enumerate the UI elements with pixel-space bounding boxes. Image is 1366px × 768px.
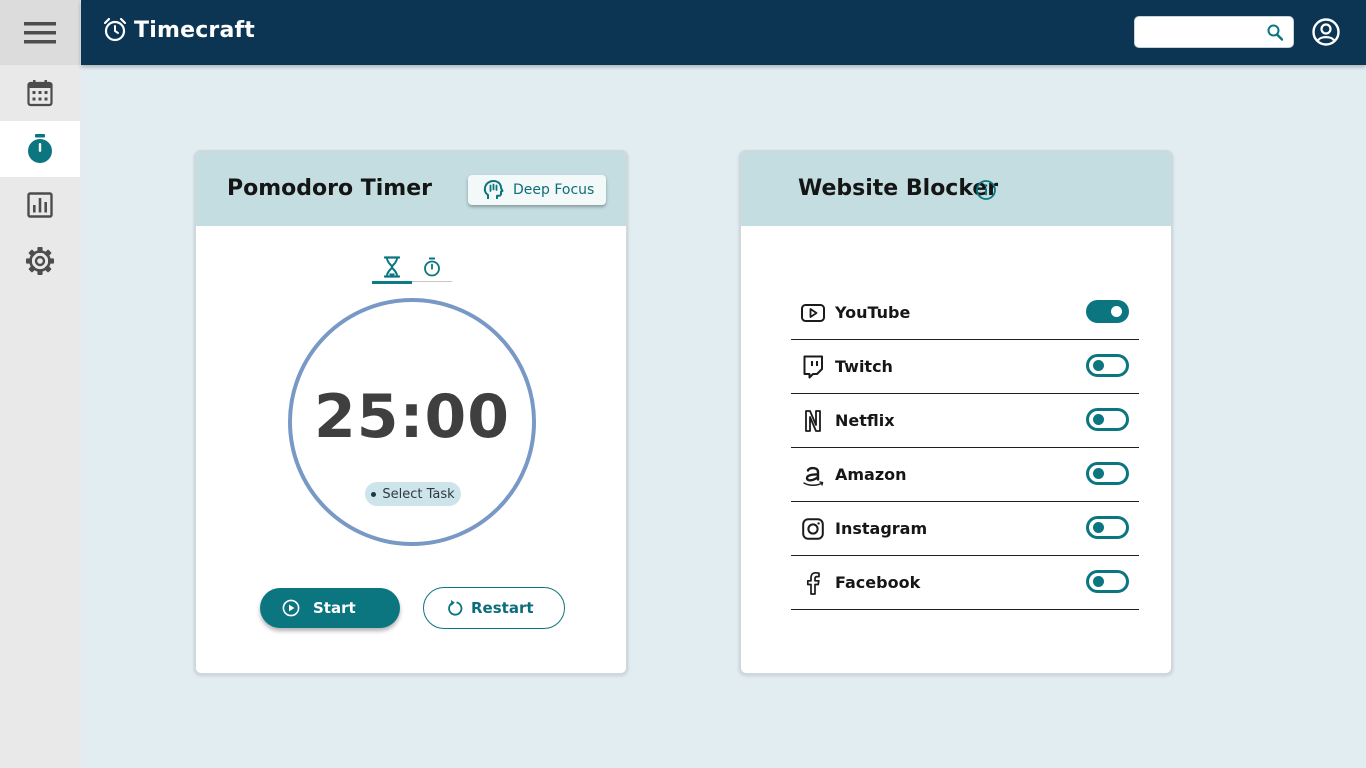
toggle-youtube[interactable] xyxy=(1086,300,1129,323)
site-row-amazon: Amazon xyxy=(791,448,1139,502)
twitch-icon xyxy=(801,355,825,379)
deep-focus-label: Deep Focus xyxy=(513,182,595,198)
pomodoro-card: Pomodoro Timer Deep Focus 25:00 Select T… xyxy=(194,150,628,675)
sidebar xyxy=(0,0,81,768)
site-row-instagram: Instagram xyxy=(791,502,1139,556)
calendar-icon xyxy=(27,80,53,107)
site-name: Facebook xyxy=(835,573,921,592)
tab-countdown[interactable] xyxy=(372,252,412,284)
timer-display: 25:00 xyxy=(314,382,510,452)
site-name: Amazon xyxy=(835,465,907,484)
hamburger-menu-icon xyxy=(24,21,56,43)
start-label: Start xyxy=(313,599,356,617)
deep-focus-button[interactable]: Deep Focus xyxy=(468,175,606,205)
amazon-icon xyxy=(801,463,825,487)
site-row-twitch: Twitch xyxy=(791,340,1139,394)
site-name: Netflix xyxy=(835,411,895,430)
site-row-netflix: Netflix xyxy=(791,394,1139,448)
pomodoro-title: Pomodoro Timer xyxy=(227,176,433,201)
toggle-netflix[interactable] xyxy=(1086,408,1129,431)
toggle-knob xyxy=(1093,414,1104,425)
select-task-label: Select Task xyxy=(382,486,455,502)
youtube-icon xyxy=(801,301,825,325)
site-row-facebook: Facebook xyxy=(791,556,1139,610)
site-list: YouTube Twitch Netflix Amazon Instagram … xyxy=(791,286,1139,610)
instagram-icon xyxy=(801,517,825,541)
blocker-title: Website Blocker xyxy=(798,176,999,201)
gear-icon xyxy=(26,247,54,275)
search-input[interactable] xyxy=(1143,17,1263,47)
sidebar-item-timer[interactable] xyxy=(0,121,80,177)
toggle-twitch[interactable] xyxy=(1086,354,1129,377)
tab-stopwatch[interactable] xyxy=(412,252,452,282)
toggle-knob xyxy=(1093,522,1104,533)
sidebar-item-calendar[interactable] xyxy=(0,65,80,121)
play-circle-icon xyxy=(282,599,300,617)
netflix-icon xyxy=(801,409,825,433)
sidebar-item-settings[interactable] xyxy=(0,233,80,289)
search-icon[interactable] xyxy=(1267,24,1283,41)
toggle-facebook[interactable] xyxy=(1086,570,1129,593)
toggle-instagram[interactable] xyxy=(1086,516,1129,539)
website-blocker-card: Website Blocker YouTube Twitch Netflix A… xyxy=(739,150,1173,675)
hourglass-icon xyxy=(384,256,400,278)
sidebar-item-reports[interactable] xyxy=(0,177,80,233)
toggle-amazon[interactable] xyxy=(1086,462,1129,485)
bar-chart-icon xyxy=(27,192,53,218)
toggle-knob xyxy=(1111,306,1122,317)
start-button[interactable]: Start xyxy=(260,588,400,628)
restart-label: Restart xyxy=(471,599,534,617)
timer-mode-tabs xyxy=(372,252,452,284)
menu-button[interactable] xyxy=(0,0,80,65)
alarm-clock-icon xyxy=(103,17,127,42)
timer-ring: 25:00 Select Task xyxy=(288,298,536,546)
app-brand: Timecraft xyxy=(103,17,255,43)
blocker-card-header: Website Blocker xyxy=(741,152,1171,226)
restart-icon xyxy=(448,600,463,616)
search-box[interactable] xyxy=(1134,16,1294,48)
task-dot xyxy=(371,491,377,497)
toggle-knob xyxy=(1093,468,1104,479)
site-row-youtube: YouTube xyxy=(791,286,1139,340)
site-name: Instagram xyxy=(835,519,928,538)
top-bar: Timecraft xyxy=(81,0,1366,65)
toggle-knob xyxy=(1093,360,1104,371)
facebook-icon xyxy=(801,571,825,595)
restart-button[interactable]: Restart xyxy=(423,587,565,629)
select-task-chip[interactable]: Select Task xyxy=(365,482,461,506)
account-icon[interactable] xyxy=(1311,17,1341,47)
info-icon[interactable] xyxy=(975,179,997,201)
stopwatch-icon xyxy=(28,134,52,163)
toggle-knob xyxy=(1093,576,1104,587)
brain-head-icon xyxy=(483,180,504,199)
site-name: Twitch xyxy=(835,357,893,376)
app-title: Timecraft xyxy=(134,17,256,43)
stopwatch-icon xyxy=(424,257,440,277)
site-name: YouTube xyxy=(835,303,911,322)
pomodoro-card-header: Pomodoro Timer Deep Focus xyxy=(196,152,626,226)
